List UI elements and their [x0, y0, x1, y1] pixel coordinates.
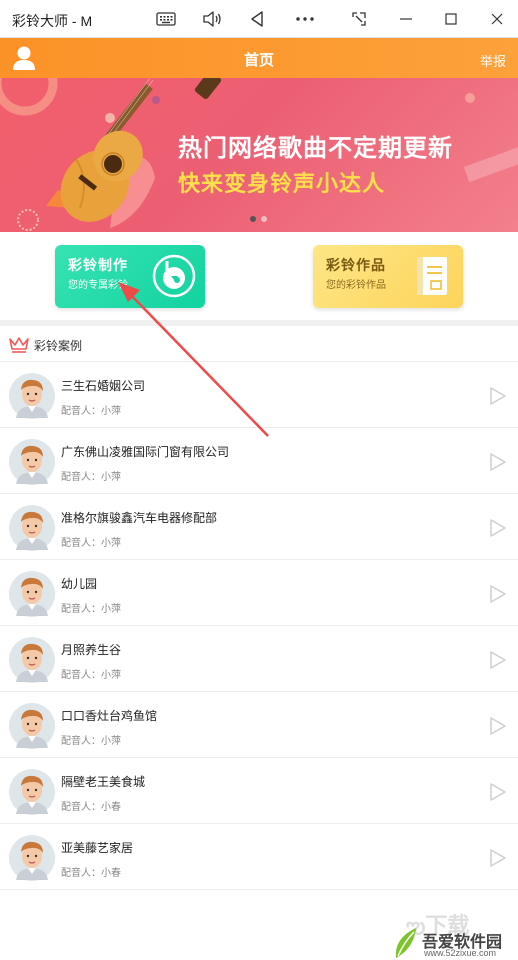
- case-voice: 配音人：小萍: [61, 472, 121, 483]
- case-name: 隔壁老王美食城: [61, 775, 146, 789]
- leaf-logo-icon: [395, 928, 416, 958]
- more-icon[interactable]: [292, 6, 318, 32]
- play-icon[interactable]: [489, 848, 507, 868]
- music-note-icon: [151, 253, 197, 299]
- minimize-icon[interactable]: [393, 6, 419, 32]
- banner-headline: 热门网络歌曲不定期更新: [178, 135, 453, 162]
- carousel-dot[interactable]: [250, 216, 256, 222]
- cases-list: 三生石婚姻公司 配音人：小萍 广东佛山凌雅国际门窗有限公司 配音人：小萍 准格尔…: [0, 362, 518, 890]
- ringtone-make-card[interactable]: 彩铃制作 您的专属彩铃: [55, 245, 205, 308]
- report-link[interactable]: 举报: [480, 51, 506, 70]
- list-item[interactable]: 月照养生谷 配音人：小萍: [0, 626, 518, 692]
- page-title: 首页: [243, 52, 274, 69]
- play-icon[interactable]: [489, 452, 507, 472]
- maximize-icon[interactable]: [438, 6, 464, 32]
- app-header: 首页 举报: [0, 38, 518, 78]
- play-icon[interactable]: [489, 716, 507, 736]
- carousel-dot[interactable]: [261, 216, 267, 222]
- list-item[interactable]: 亚美藤艺家居 配音人：小春: [0, 824, 518, 890]
- list-item[interactable]: 准格尔旗骏鑫汽车电器修配部 配音人：小萍: [0, 494, 518, 560]
- watermark: ఌ下载 吾爱软件园 www.52zixue.com: [392, 908, 518, 960]
- case-voice: 配音人：小萍: [61, 538, 121, 549]
- avatar: [8, 372, 56, 420]
- list-item[interactable]: 广东佛山凌雅国际门窗有限公司 配音人：小萍: [0, 428, 518, 494]
- cases-section-title: 彩铃案例: [34, 339, 83, 353]
- ringtone-works-card[interactable]: 彩铃作品 您的彩铃作品: [313, 245, 463, 308]
- avatar: [8, 504, 56, 552]
- case-name: 幼儿园: [61, 577, 98, 591]
- carousel-indicator: [250, 216, 267, 222]
- list-item[interactable]: 幼儿园 配音人：小萍: [0, 560, 518, 626]
- notebook-icon: [409, 253, 455, 299]
- window-titlebar: 彩铃大师 - M: [0, 0, 518, 38]
- ringtone-works-subtitle: 您的彩铃作品: [326, 280, 386, 291]
- ringtone-make-subtitle: 您的专属彩铃: [68, 280, 128, 291]
- avatar: [8, 768, 56, 816]
- avatar: [8, 702, 56, 750]
- case-voice: 配音人：小萍: [61, 670, 121, 681]
- case-name: 月照养生谷: [61, 643, 122, 657]
- case-name: 口口香灶台鸡鱼馆: [61, 709, 158, 723]
- feature-cards: 彩铃制作 您的专属彩铃 彩铃作品 您的彩铃作品: [0, 232, 518, 320]
- case-voice: 配音人：小萍: [61, 604, 121, 615]
- case-name: 准格尔旗骏鑫汽车电器修配部: [61, 511, 218, 525]
- case-name: 三生石婚姻公司: [61, 379, 146, 393]
- screenshot-icon[interactable]: [346, 6, 372, 32]
- crown-icon: [8, 335, 30, 353]
- close-icon[interactable]: [484, 6, 510, 32]
- list-item[interactable]: 隔壁老王美食城 配音人：小春: [0, 758, 518, 824]
- play-icon[interactable]: [489, 650, 507, 670]
- keyboard-icon[interactable]: [153, 6, 179, 32]
- watermark-url: www.52zixue.com: [424, 948, 497, 958]
- ringtone-make-title: 彩铃制作: [68, 257, 128, 273]
- play-icon[interactable]: [489, 518, 507, 538]
- banner-carousel[interactable]: 热门网络歌曲不定期更新 快来变身铃声小达人: [0, 78, 518, 232]
- avatar: [8, 570, 56, 618]
- volume-icon[interactable]: [199, 6, 225, 32]
- cases-section-header: 彩铃案例: [0, 326, 518, 362]
- case-voice: 配音人：小春: [61, 802, 121, 813]
- play-icon[interactable]: [489, 782, 507, 802]
- window-title: 彩铃大师 - M: [12, 13, 93, 29]
- case-name: 广东佛山凌雅国际门窗有限公司: [61, 445, 230, 459]
- play-icon[interactable]: [489, 584, 507, 604]
- case-voice: 配音人：小春: [61, 868, 121, 879]
- avatar: [8, 438, 56, 486]
- case-name: 亚美藤艺家居: [61, 841, 134, 855]
- banner-subline: 快来变身铃声小达人: [178, 171, 386, 196]
- list-item[interactable]: 口口香灶台鸡鱼馆 配音人：小萍: [0, 692, 518, 758]
- case-voice: 配音人：小萍: [61, 736, 121, 747]
- case-voice: 配音人：小萍: [61, 406, 121, 417]
- ringtone-works-title: 彩铃作品: [326, 257, 386, 273]
- avatar: [8, 834, 56, 882]
- list-item[interactable]: 三生石婚姻公司 配音人：小萍: [0, 362, 518, 428]
- back-icon[interactable]: [244, 6, 270, 32]
- avatar: [8, 636, 56, 684]
- play-icon[interactable]: [489, 386, 507, 406]
